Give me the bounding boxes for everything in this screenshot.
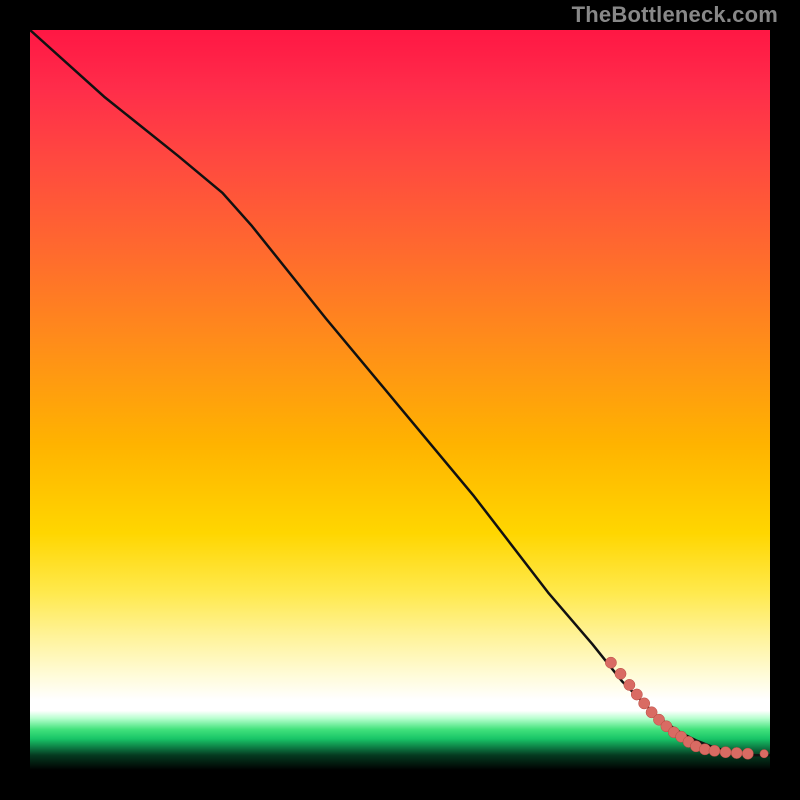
attribution-label: TheBottleneck.com [572,2,778,28]
data-point [615,668,626,679]
data-points-group [605,657,768,759]
data-point [742,748,753,759]
data-point [731,747,742,758]
plot-area [30,30,770,770]
chart-canvas-wrapper: TheBottleneck.com [0,0,800,800]
data-point [720,747,731,758]
data-point [605,657,616,668]
bottleneck-curve-line [30,30,770,755]
data-point [709,745,720,756]
data-point [624,679,635,690]
data-point [760,750,768,758]
data-point [631,689,642,700]
data-point [699,744,710,755]
data-point [639,698,650,709]
chart-svg-overlay [30,30,770,770]
